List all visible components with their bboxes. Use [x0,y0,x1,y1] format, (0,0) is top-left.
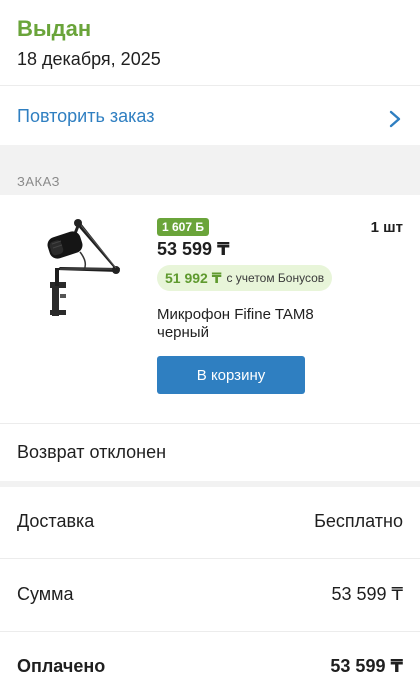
bonus-note: с учетом Бонусов [226,271,325,285]
sum-value: 53 599 ₸ [331,584,403,604]
order-status-title: Выдан [17,16,92,41]
sum-label: Сумма [17,584,74,604]
order-status-date: 18 декабря, 2025 [17,49,161,69]
delivery-value: Бесплатно [314,511,403,531]
paid-label: Оплачено [17,656,106,676]
chevron-right-icon[interactable] [388,110,402,128]
item-quantity: 1 шт [370,219,403,236]
paid-value: 53 599 ₸ [330,656,403,676]
order-status-header [0,0,420,86]
item-price: 53 599 ₸ [157,239,230,259]
bonus-points-badge: 1 607 Б [157,218,209,236]
return-status-text: Возврат отклонен [17,442,167,462]
microphone-product-image[interactable] [38,212,122,322]
bonus-price: 51 992 ₸ [165,269,222,286]
order-section-label: ЗАКАЗ [17,174,60,189]
product-name-link[interactable]: Микрофон Fifine TAM8 черный [157,306,357,342]
add-to-cart-button[interactable]: В корзину [157,356,305,394]
bonus-price-pill: 51 992 ₸ с учетом Бонусов [157,265,333,291]
repeat-order-link[interactable]: Повторить заказ [17,106,154,127]
section-separator [0,145,420,195]
delivery-label: Доставка [17,511,95,531]
